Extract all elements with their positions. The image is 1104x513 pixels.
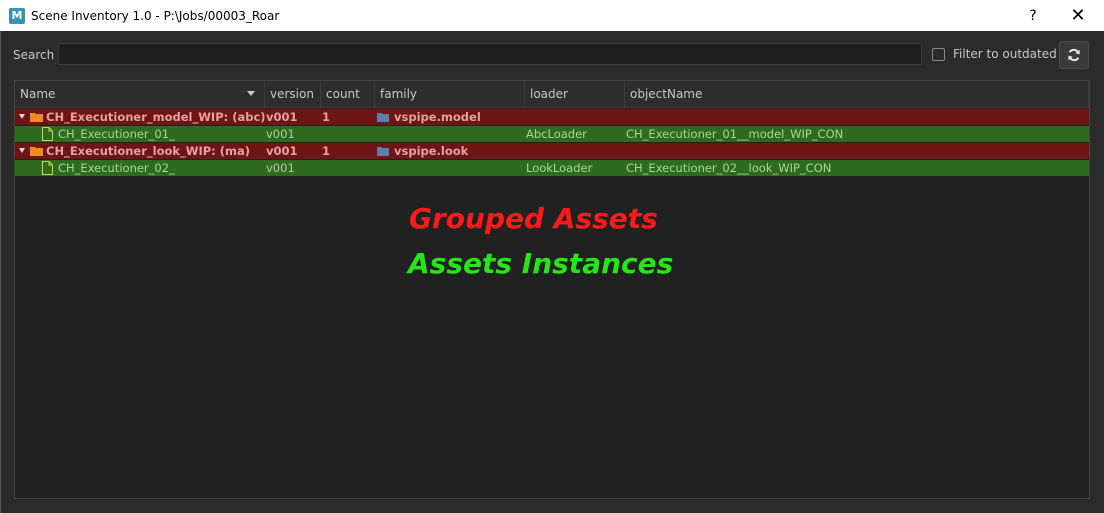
filter-outdated[interactable]: Filter to outdated: [932, 47, 1057, 61]
inventory-tree[interactable]: Name version count family loader objectN…: [14, 80, 1090, 499]
table-row-instance[interactable]: CH_Executioner_02_ v001 LookLoader CH_Ex…: [15, 160, 1089, 176]
folder-icon: [30, 113, 43, 122]
sort-descending-icon: [247, 91, 255, 96]
file-icon: [42, 127, 53, 141]
row-version: v001: [266, 127, 295, 141]
column-header-family[interactable]: family: [375, 81, 525, 107]
row-family: vspipe.look: [394, 144, 469, 158]
row-count: 1: [322, 110, 331, 124]
refresh-icon: [1068, 48, 1080, 62]
filter-outdated-checkbox[interactable]: [932, 47, 945, 61]
row-loader: AbcLoader: [526, 127, 587, 141]
row-objectname: CH_Executioner_02__look_WIP_CON: [626, 161, 832, 175]
expand-arrow-icon[interactable]: [19, 114, 25, 119]
window-title: Scene Inventory 1.0 - P:\Jobs/00003_Roar: [31, 8, 280, 23]
column-header-objectname[interactable]: objectName: [625, 81, 1089, 107]
row-name: CH_Executioner_model_WIP: (abc): [46, 110, 266, 124]
tree-header: Name version count family loader objectN…: [15, 81, 1089, 108]
column-header-count[interactable]: count: [321, 81, 375, 107]
close-button[interactable]: ✕: [1055, 0, 1101, 31]
row-version: v001: [266, 144, 298, 158]
table-row-group[interactable]: CH_Executioner_model_WIP: (abc) v001 1 v…: [15, 109, 1089, 125]
row-name: CH_Executioner_look_WIP: (ma): [46, 144, 251, 158]
row-name: CH_Executioner_01_: [58, 127, 175, 141]
row-version: v001: [266, 110, 298, 124]
column-header-name-label: Name: [20, 87, 56, 101]
folder-icon: [30, 147, 43, 156]
row-objectname: CH_Executioner_01__model_WIP_CON: [626, 127, 844, 141]
family-folder-icon: [377, 147, 389, 156]
search-row: Search: [13, 43, 54, 67]
annotation-grouped-assets: Grouped Assets: [409, 202, 658, 235]
row-count: 1: [322, 144, 331, 158]
search-input[interactable]: [58, 43, 922, 65]
file-icon: [42, 161, 53, 175]
row-loader: LookLoader: [526, 161, 593, 175]
app-icon: M: [9, 7, 25, 24]
row-family: vspipe.model: [394, 110, 481, 124]
annotation-assets-instances: Assets Instances: [408, 247, 674, 280]
table-row-group[interactable]: CH_Executioner_look_WIP: (ma) v001 1 vsp…: [15, 143, 1089, 159]
refresh-button[interactable]: [1059, 41, 1089, 69]
table-row-instance[interactable]: CH_Executioner_01_ v001 AbcLoader CH_Exe…: [15, 126, 1089, 142]
row-name: CH_Executioner_02_: [58, 161, 175, 175]
filter-outdated-label: Filter to outdated: [953, 47, 1057, 61]
column-header-version[interactable]: version: [265, 81, 321, 107]
row-version: v001: [266, 161, 295, 175]
help-button[interactable]: ?: [1010, 0, 1056, 31]
column-header-name[interactable]: Name: [15, 81, 265, 107]
family-folder-icon: [377, 113, 389, 122]
expand-arrow-icon[interactable]: [19, 148, 25, 153]
column-header-loader[interactable]: loader: [525, 81, 625, 107]
search-label: Search: [13, 48, 55, 62]
window-titlebar: M Scene Inventory 1.0 - P:\Jobs/00003_Ro…: [0, 0, 1104, 31]
